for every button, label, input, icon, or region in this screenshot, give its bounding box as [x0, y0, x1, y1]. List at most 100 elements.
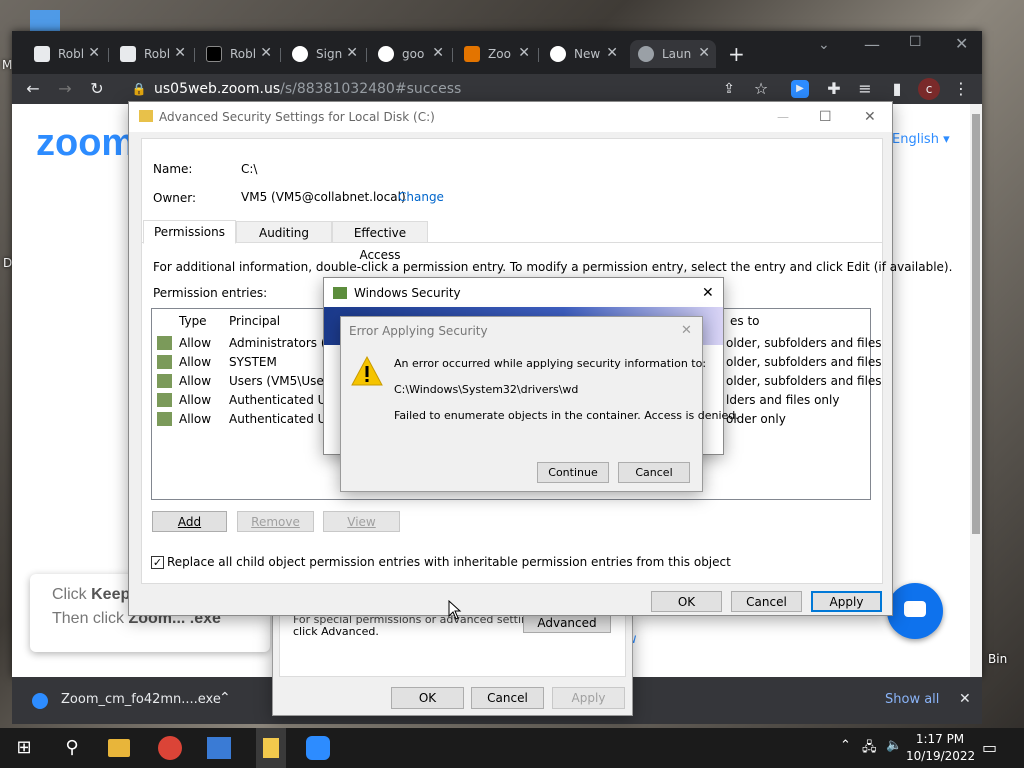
- close-icon[interactable]: ✕: [606, 45, 618, 61]
- new-tab-button[interactable]: +: [728, 42, 745, 66]
- minimize-button[interactable]: —: [864, 35, 880, 54]
- owner-label: Owner:: [153, 191, 197, 205]
- tab-auditing[interactable]: Auditing: [236, 221, 332, 243]
- cancel-button[interactable]: Cancel: [618, 462, 690, 483]
- browser-tab[interactable]: Robl ✕: [26, 40, 106, 68]
- title-bar: Error Applying Security ✕: [341, 317, 702, 345]
- remove-button[interactable]: Remove: [237, 511, 314, 532]
- close-download-bar-button[interactable]: ✕: [959, 691, 971, 707]
- continue-button[interactable]: Continue: [537, 462, 609, 483]
- tab-effective-access[interactable]: Effective Access: [332, 221, 428, 262]
- close-icon[interactable]: ✕: [346, 45, 358, 61]
- language-selector[interactable]: English ▾: [892, 132, 950, 147]
- column-header[interactable]: Type: [179, 314, 207, 328]
- chevron-up-icon[interactable]: ⌃: [219, 690, 231, 706]
- back-button[interactable]: ←: [22, 78, 44, 100]
- close-icon[interactable]: ✕: [260, 45, 272, 61]
- zoom-app-icon[interactable]: [306, 736, 330, 760]
- close-icon[interactable]: ✕: [518, 45, 530, 61]
- photos-icon[interactable]: [207, 737, 231, 759]
- entry-type: Allow: [179, 355, 212, 369]
- cancel-button[interactable]: Cancel: [731, 591, 802, 612]
- close-button[interactable]: ✕: [702, 278, 714, 308]
- download-filename[interactable]: Zoom_cm_fo42mn....exe: [61, 692, 221, 707]
- change-owner-link[interactable]: Change: [398, 190, 444, 204]
- notification-icon[interactable]: ▭: [982, 738, 997, 757]
- share-icon[interactable]: ⇪: [718, 78, 740, 100]
- menu-kebab-icon[interactable]: ⋮: [950, 78, 972, 100]
- clock-time[interactable]: 1:17 PM: [910, 732, 970, 746]
- side-panel-icon[interactable]: ▮: [886, 78, 908, 100]
- chevron-up-icon[interactable]: ⌃: [840, 738, 851, 753]
- warning-icon: [351, 355, 383, 386]
- browser-tab[interactable]: Robl ✕: [198, 40, 278, 68]
- lock-icon[interactable]: 🔒: [128, 78, 150, 100]
- chevron-down-icon[interactable]: ⌄: [818, 37, 830, 53]
- address-bar[interactable]: us05web.zoom.us/s/88381032480#success: [154, 76, 754, 102]
- close-window-button[interactable]: ✕: [955, 34, 968, 53]
- entry-type: Allow: [179, 374, 212, 388]
- browser-tab[interactable]: Robl ✕: [112, 40, 192, 68]
- bookmark-star-icon[interactable]: ☆: [750, 78, 772, 100]
- browser-tab[interactable]: New ✕: [542, 40, 624, 68]
- entry-type: Allow: [179, 393, 212, 407]
- chat-button[interactable]: [887, 583, 943, 639]
- reading-list-icon[interactable]: ≡: [854, 78, 876, 100]
- add-button[interactable]: Add: [152, 511, 227, 532]
- volume-icon[interactable]: 🔈: [886, 738, 902, 753]
- maximize-button[interactable]: ☐: [819, 102, 832, 132]
- browser-tab[interactable]: Zoo ✕: [456, 40, 536, 68]
- extensions-puzzle-icon[interactable]: ✚: [823, 78, 845, 100]
- replace-checkbox-label[interactable]: Replace all child object permission entr…: [167, 555, 731, 569]
- clock-date[interactable]: 10/19/2022: [906, 749, 975, 763]
- minimize-button[interactable]: —: [777, 102, 789, 132]
- browser-tab[interactable]: Sign ✕: [284, 40, 364, 68]
- recycle-bin-label[interactable]: Bin: [988, 652, 1007, 666]
- cancel-button[interactable]: Cancel: [471, 687, 544, 709]
- start-windows-icon[interactable]: ⊞: [10, 734, 38, 762]
- close-button[interactable]: ✕: [864, 102, 876, 132]
- replace-checkbox[interactable]: ✓: [151, 556, 164, 569]
- chrome-icon[interactable]: [158, 736, 182, 760]
- tab-permissions[interactable]: Permissions: [143, 220, 236, 244]
- ok-button[interactable]: OK: [391, 687, 464, 709]
- close-icon[interactable]: ✕: [174, 45, 186, 61]
- info-text: For additional information, double-click…: [153, 260, 953, 274]
- maximize-button[interactable]: ☐: [909, 34, 922, 50]
- local-disk-properties-window: For special permissions or advanced sett…: [272, 612, 633, 716]
- tab-label: Sign: [316, 47, 343, 61]
- column-header[interactable]: Principal: [229, 314, 280, 328]
- view-button[interactable]: View: [323, 511, 400, 532]
- close-button[interactable]: ✕: [681, 317, 692, 345]
- forward-button[interactable]: →: [54, 78, 76, 100]
- reload-button[interactable]: ↻: [86, 78, 108, 100]
- desktop-label: M: [2, 58, 13, 72]
- apply-button[interactable]: Apply: [552, 687, 625, 709]
- search-icon[interactable]: ⚲: [58, 734, 86, 762]
- zoom-extension-icon[interactable]: ▶: [791, 80, 809, 98]
- close-icon[interactable]: ✕: [698, 45, 710, 61]
- scrollbar-thumb[interactable]: [972, 114, 980, 534]
- users-icon: [157, 336, 172, 350]
- permission-entries-label: Permission entries:: [153, 286, 268, 300]
- entry-applies: lders and files only: [726, 393, 840, 407]
- column-header[interactable]: es to: [730, 314, 760, 328]
- profile-avatar[interactable]: c: [918, 78, 940, 100]
- advanced-button[interactable]: Advanced: [523, 613, 611, 633]
- show-all-link[interactable]: Show all: [885, 692, 939, 707]
- tab-label: Laun: [662, 47, 692, 61]
- network-icon[interactable]: 🖧: [862, 738, 877, 760]
- mouse-cursor-icon: [448, 600, 462, 620]
- apply-button[interactable]: Apply: [811, 591, 882, 612]
- browser-tab[interactable]: goo ✕: [370, 40, 450, 68]
- folder-icon: [263, 738, 279, 758]
- file-explorer-icon[interactable]: [108, 739, 130, 757]
- file-explorer-active-icon[interactable]: [256, 728, 286, 768]
- browser-tab-active[interactable]: Laun ✕: [630, 40, 716, 68]
- ok-button[interactable]: OK: [651, 591, 722, 612]
- page-scrollbar[interactable]: [970, 104, 982, 677]
- error-applying-security-dialog: Error Applying Security ✕ An error occur…: [340, 316, 739, 492]
- close-icon[interactable]: ✕: [432, 45, 444, 61]
- zoom-logo[interactable]: zoom: [36, 122, 135, 165]
- close-icon[interactable]: ✕: [88, 45, 100, 61]
